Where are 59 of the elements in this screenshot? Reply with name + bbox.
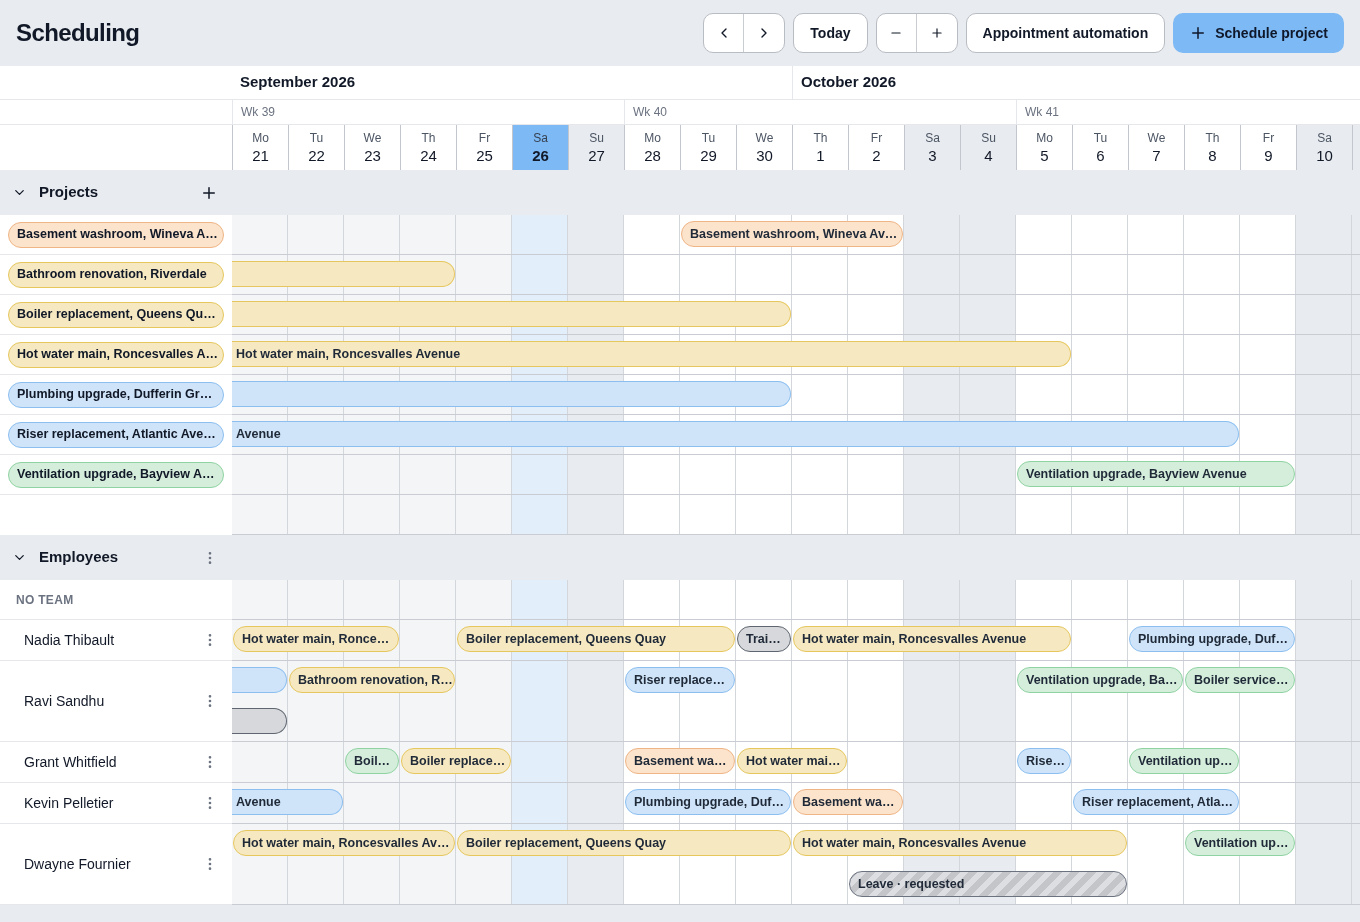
event-bar[interactable]: Ventilation upgrade, Ba… — [1017, 667, 1183, 693]
project-pill[interactable]: Bathroom renovation, Riverdale — [8, 261, 224, 288]
event-bar[interactable]: Rise… — [1017, 748, 1071, 774]
week-label: Wk 39 — [241, 104, 275, 121]
event-bar[interactable]: Boiler service… — [1185, 667, 1295, 693]
event-bar[interactable]: Boil… — [345, 748, 399, 774]
week-label: Wk 40 — [633, 104, 667, 121]
event-bar[interactable]: Hot water main, Ronce… — [233, 626, 399, 652]
day-header[interactable]: Su 27 — [568, 125, 624, 170]
event-bar[interactable]: Trai… — [737, 626, 791, 652]
event-bar[interactable]: Boiler replacement, Queens Quay — [457, 830, 791, 856]
project-pill[interactable]: Riser replacement, Atlantic Ave… — [8, 421, 224, 448]
event-bar[interactable]: Boiler replacement, Queens Quay — [457, 626, 735, 652]
leave-bar[interactable]: Leave · requested — [849, 871, 1127, 897]
project-pill[interactable]: Hot water main, Roncesvalles A… — [8, 341, 224, 368]
employee-name[interactable]: Dwayne Fournier — [24, 853, 131, 875]
automation-button[interactable]: Appointment automation — [965, 13, 1166, 53]
month-label: October 2026 — [801, 72, 897, 93]
event-bar[interactable] — [232, 708, 287, 734]
employee-name[interactable]: Grant Whitfield — [24, 751, 117, 773]
section-title: Projects — [39, 182, 99, 203]
event-bar[interactable]: Basement washroom, Wineva Av… — [681, 221, 903, 247]
team-label: NO TEAM — [16, 591, 74, 609]
page-title: Scheduling — [16, 18, 140, 48]
event-bar[interactable]: Avenue — [232, 421, 1239, 447]
project-pill[interactable]: Plumbing upgrade, Dufferin Gr… — [8, 381, 224, 408]
project-pill[interactable]: Ventilation upgrade, Bayview A… — [8, 461, 224, 488]
employee-name[interactable]: Kevin Pelletier — [24, 792, 114, 814]
event-bar[interactable]: Riser replacement, Atla… — [1073, 789, 1239, 815]
project-pill[interactable]: Boiler replacement, Queens Qu… — [8, 301, 224, 328]
event-bar[interactable]: Hot water main, Roncesvalles Avenue — [793, 830, 1127, 856]
day-header[interactable]: Sa 26 — [512, 125, 568, 170]
event-bar[interactable]: Basement wa… — [793, 789, 903, 815]
section-title: Employees — [39, 547, 119, 568]
event-bar[interactable]: Plumbing upgrade, Duf… — [1129, 626, 1295, 652]
event-bar[interactable]: Riser replace… — [625, 667, 735, 693]
week-label: Wk 41 — [1025, 104, 1059, 121]
employee-name[interactable]: Nadia Thibault — [24, 629, 115, 651]
event-bar[interactable]: Hot water main, Roncesvalles Av… — [233, 830, 455, 856]
today-button[interactable]: Today — [793, 13, 868, 53]
schedule-project-button[interactable]: Schedule project — [1173, 13, 1344, 53]
plus-icon — [929, 26, 944, 40]
event-bar[interactable]: Ventilation upgrade, Bayview Avenue — [1017, 461, 1295, 487]
employee-name[interactable]: Ravi Sandhu — [24, 690, 105, 712]
event-bar[interactable]: Hot water main, Roncesvalles Avenue — [232, 341, 1071, 367]
month-label: September 2026 — [240, 72, 356, 93]
event-bar[interactable]: Ventilation up… — [1129, 748, 1239, 774]
day-header[interactable]: Sa 3 — [904, 125, 960, 170]
event-bar[interactable]: Basement wa… — [625, 748, 735, 774]
event-bar[interactable]: Bathroom renovation, R… — [289, 667, 455, 693]
project-pill[interactable]: Basement washroom, Wineva A… — [8, 221, 224, 248]
event-bar[interactable]: Ventilation up… — [1185, 830, 1295, 856]
day-header[interactable]: Sa 10 — [1296, 125, 1352, 170]
event-bar[interactable]: Plumbing upgrade, Duf… — [625, 789, 791, 815]
day-header[interactable]: Su 4 — [960, 125, 1016, 170]
event-bar[interactable]: Hot water main, Roncesvalles Avenue — [793, 626, 1071, 652]
event-bar[interactable]: Avenue — [232, 789, 343, 815]
event-bar[interactable]: Boiler replace… — [401, 748, 511, 774]
event-bar[interactable]: Hot water mai… — [737, 748, 847, 774]
